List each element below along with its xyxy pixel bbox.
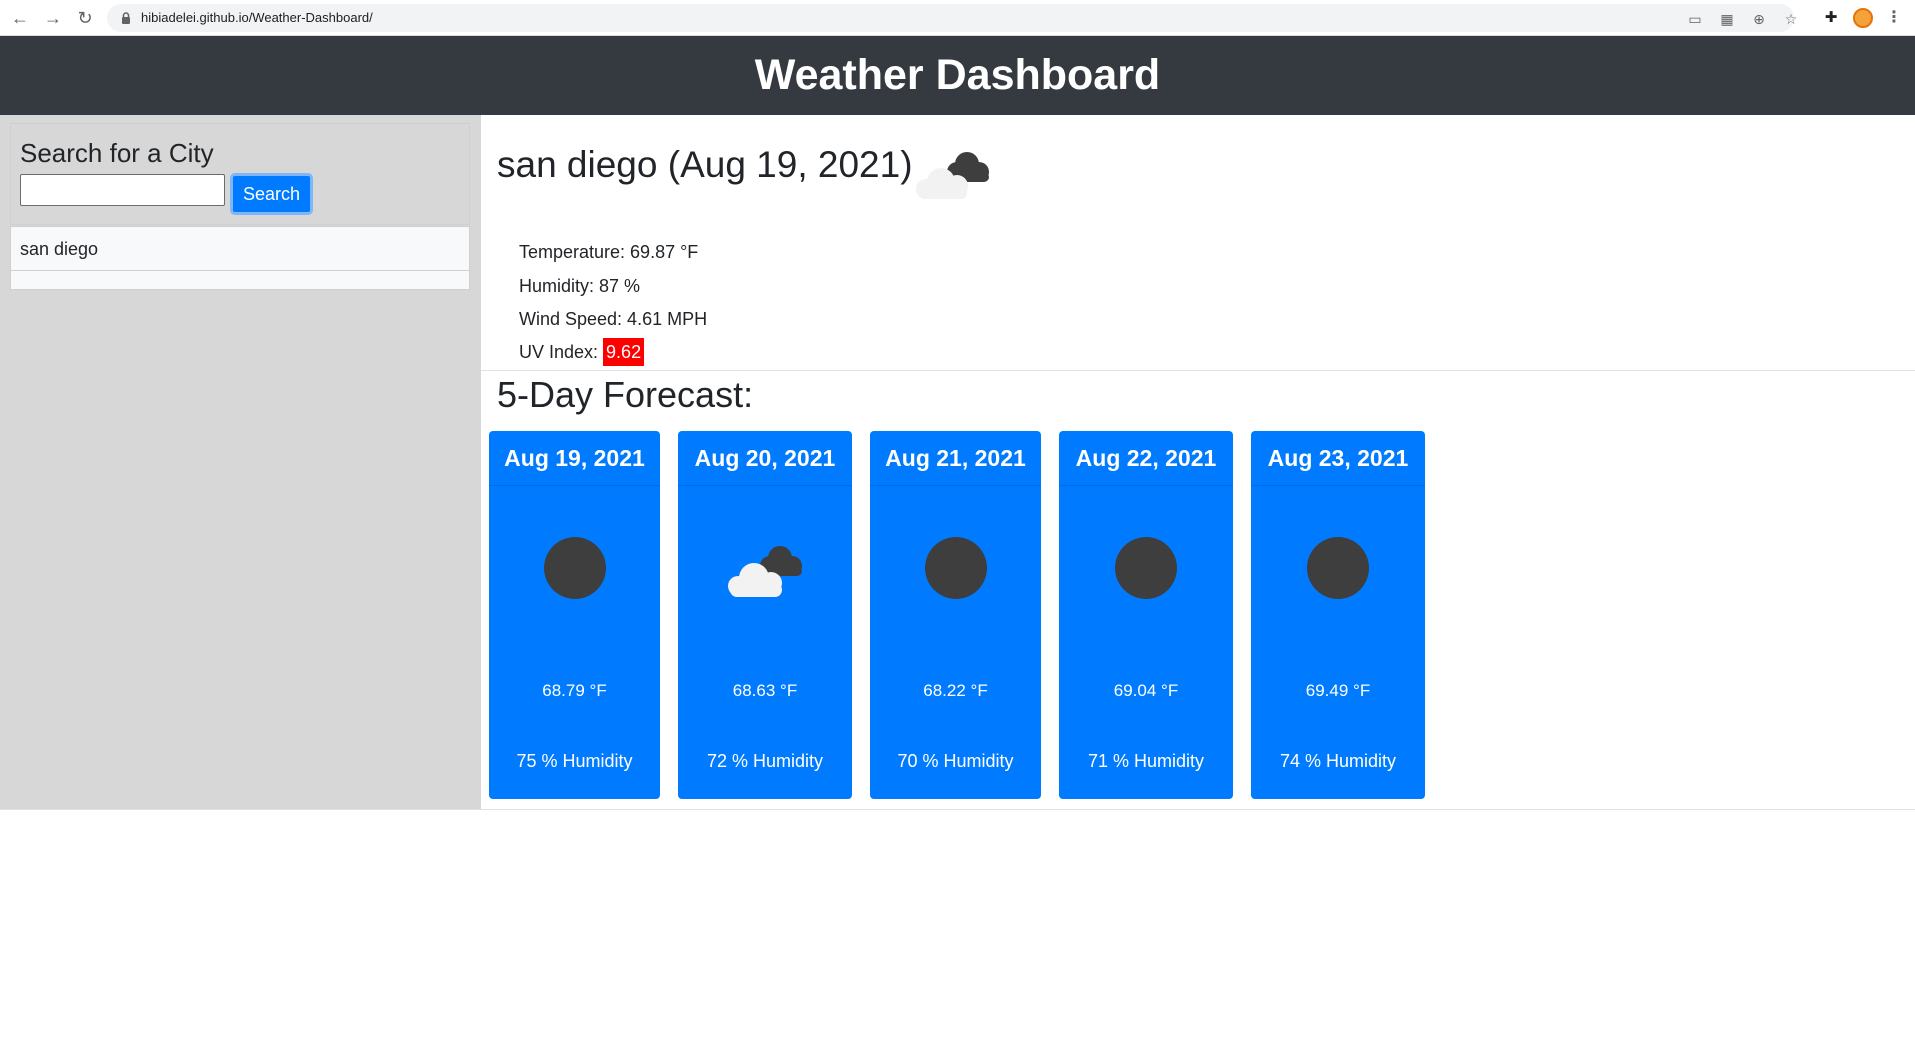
forecast-temperature: 68.79 °F [542, 681, 607, 700]
app-header: Weather Dashboard [0, 36, 1915, 115]
forecast-temperature: 69.49 °F [1305, 681, 1371, 700]
profile-avatar[interactable] [1853, 8, 1873, 28]
uv-index-badge: 9.62 [603, 338, 645, 366]
forecast-temperature: 68.22 °F [923, 681, 988, 700]
cast-icon[interactable]: ▭ [1687, 11, 1703, 27]
divider [0, 809, 1915, 810]
lock-icon [122, 12, 130, 24]
sidebar: Search for a City Search san diego [0, 115, 481, 809]
forecast-heading: 5-Day Forecast: [497, 374, 754, 415]
reload-icon[interactable]: ↻ [73, 6, 97, 30]
forecast-humidity: 75 % Humidity [516, 751, 633, 771]
clouds-icon [728, 546, 802, 597]
url-text: hibiadelei.github.io/Weather-Dashboard/ [141, 10, 373, 25]
forward-arrow-icon[interactable]: → [41, 6, 65, 30]
forecast-date: Aug 22, 2021 [1059, 431, 1233, 486]
forecast-temperature: 68.63 °F [732, 681, 798, 700]
dark-circle-icon [543, 537, 606, 599]
page-title: Weather Dashboard [754, 51, 1161, 99]
forecast-humidity: 70 % Humidity [897, 751, 1014, 771]
current-wind-speed: Wind Speed: 4.61 MPH [519, 309, 708, 329]
forecast-card: Aug 23, 2021 69.49 °F 74 % Humidity [1251, 431, 1425, 799]
dark-circle-icon [924, 537, 987, 599]
divider [481, 370, 1915, 371]
browser-toolbar: ← → ↻ hibiadelei.github.io/Weather-Dashb… [0, 0, 1915, 36]
forecast-humidity: 74 % Humidity [1279, 751, 1397, 771]
city-search-input[interactable] [20, 174, 225, 206]
search-history-list: san diego [10, 226, 470, 290]
current-uv-index: UV Index: 9.62 [519, 338, 645, 366]
search-panel: Search for a City Search [10, 123, 470, 225]
forecast-date: Aug 21, 2021 [870, 431, 1041, 486]
forecast-humidity: 72 % Humidity [706, 751, 824, 771]
dark-circle-icon [1307, 537, 1369, 599]
clouds-icon [916, 152, 989, 199]
extensions-puzzle-icon[interactable]: ✚ [1821, 8, 1841, 28]
current-city-title: san diego (Aug 19, 2021) [497, 144, 913, 185]
current-humidity: Humidity: 87 % [519, 276, 641, 296]
forecast-humidity: 71 % Humidity [1087, 751, 1205, 771]
forecast-date: Aug 19, 2021 [489, 431, 660, 486]
forecast-card: Aug 20, 2021 68.63 °F 72 % Humidity [678, 431, 852, 799]
history-item[interactable]: san diego [11, 227, 469, 271]
history-list-footer [11, 271, 469, 289]
forecast-card: Aug 22, 2021 69.04 °F 71 % Humidity [1059, 431, 1233, 799]
uv-index-label: UV Index: [519, 342, 604, 362]
forecast-card: Aug 21, 2021 68.22 °F 70 % Humidity [870, 431, 1041, 799]
search-button[interactable]: Search [230, 173, 313, 215]
zoom-icon[interactable]: ⊕ [1751, 11, 1767, 27]
current-temperature: Temperature: 69.87 °F [519, 242, 699, 262]
forecast-date: Aug 23, 2021 [1251, 431, 1425, 486]
dark-circle-icon [1115, 537, 1177, 599]
forecast-temperature: 69.04 °F [1113, 681, 1179, 700]
address-bar[interactable]: hibiadelei.github.io/Weather-Dashboard/ … [107, 4, 1797, 32]
back-arrow-icon[interactable]: ← [8, 6, 32, 30]
forecast-date: Aug 20, 2021 [678, 431, 852, 486]
menu-dots-icon[interactable]: ⋮ [1886, 8, 1902, 28]
qr-code-icon[interactable]: ▦ [1719, 11, 1735, 27]
forecast-card: Aug 19, 2021 68.79 °F 75 % Humidity [489, 431, 660, 799]
search-heading: Search for a City [20, 138, 214, 168]
bookmark-star-icon[interactable]: ☆ [1783, 11, 1799, 27]
